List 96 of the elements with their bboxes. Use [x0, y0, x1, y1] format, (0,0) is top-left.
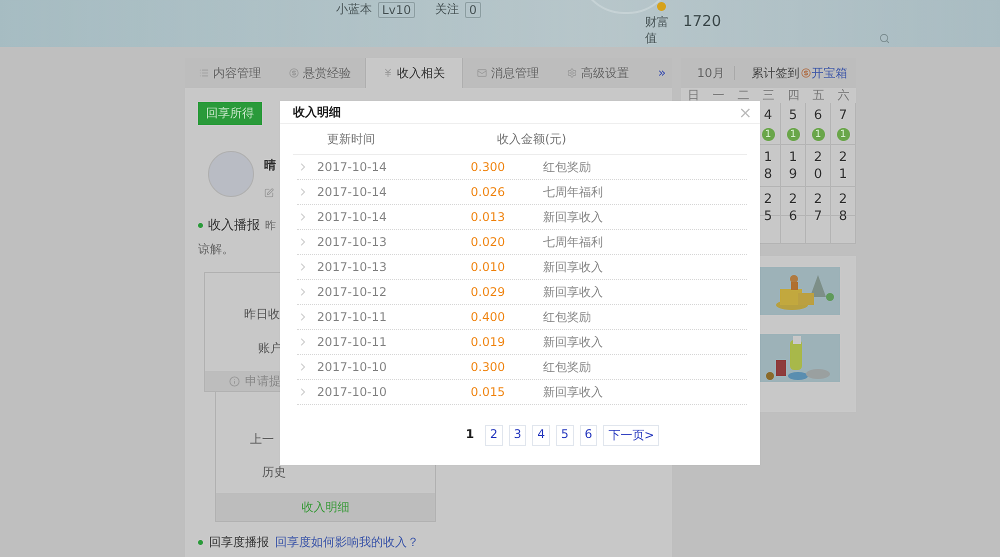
date-cell-text: 2017-10-14 [317, 185, 388, 199]
type-cell: 红包奖励 [543, 308, 591, 326]
signin-badge: 1 [812, 128, 824, 141]
report-text: 昨 [265, 218, 276, 232]
coin-icon [801, 68, 812, 78]
date-cell-text: 2017-10-11 [317, 310, 388, 324]
report-title: 收入播报 [208, 217, 260, 234]
more-tabs[interactable]: » [658, 58, 672, 88]
wealth-dot [657, 2, 666, 11]
calendar-day[interactable]: 6 [814, 107, 822, 124]
calendar-month: 10月 [697, 64, 724, 82]
date-cell-text: 2017-10-12 [317, 285, 388, 299]
weekday: 四 [786, 88, 800, 103]
date-cell-text: 2017-10-11 [317, 335, 388, 349]
edit-icon[interactable] [264, 188, 274, 198]
history-label: 历史 [262, 465, 286, 479]
calendar-day[interactable]: 18 [764, 149, 772, 183]
amount-cell-text: 0.029 [470, 285, 505, 299]
history-label: 上一 [250, 432, 274, 446]
summary-label: 昨日收 [244, 307, 280, 321]
coin-icon [289, 68, 299, 78]
calendar-day[interactable]: 26 [788, 191, 798, 225]
type-cell: 新回享收入 [543, 208, 603, 226]
follow-label: 关注 [435, 1, 460, 18]
weekday: 五 [812, 88, 826, 103]
weekday: 日 [686, 88, 700, 103]
weekday: 一 [712, 88, 726, 103]
calendar-day[interactable]: 28 [838, 191, 848, 225]
score-title: 回享度播报 [209, 534, 269, 551]
date-cell-text: 2017-10-10 [317, 360, 388, 374]
page-link[interactable]: 4 [532, 425, 550, 446]
page-link[interactable]: 2 [485, 425, 503, 446]
bullet [198, 222, 203, 228]
gear-icon [567, 68, 577, 78]
search-icon[interactable] [879, 33, 890, 44]
weekday: 三 [762, 88, 776, 103]
amount-cell-text: 0.019 [470, 335, 505, 349]
signin-total: 累计签到 [751, 64, 800, 82]
type-cell: 红包奖励 [543, 158, 591, 176]
weekday: 六 [836, 88, 850, 103]
signin-badge: 1 [836, 128, 850, 141]
amount-cell-text: 0.300 [470, 360, 505, 374]
level-chip: Lv10 [378, 2, 416, 18]
date-cell-text: 2017-10-10 [317, 385, 388, 399]
amount-cell-text: 0.013 [470, 210, 505, 224]
yen-icon [383, 68, 393, 78]
date-cell-text: 2017-10-13 [317, 235, 388, 249]
page-link[interactable]: 1 [460, 425, 480, 446]
amount-cell-text: 0.010 [470, 260, 505, 274]
signin-badge: 1 [786, 128, 800, 141]
page-link[interactable]: 6 [580, 425, 598, 446]
level-label: 小蓝本 [336, 1, 372, 18]
calendar-day[interactable]: 19 [788, 149, 798, 183]
amount-cell-text: 0.400 [470, 310, 505, 324]
date-cell-text: 2017-10-14 [317, 160, 388, 174]
tab[interactable]: 收入相关 [365, 58, 463, 88]
calendar-day[interactable]: 7 [838, 107, 848, 124]
calendar-day[interactable]: 4 [764, 107, 772, 124]
info-icon [229, 376, 240, 386]
bullet [198, 540, 203, 545]
type-cell: 新回享收入 [543, 284, 603, 300]
column-header: 更新时间 [327, 132, 375, 146]
page-link[interactable]: 5 [556, 425, 574, 446]
amount-cell-text: 0.020 [470, 235, 505, 249]
list-icon [199, 68, 209, 78]
user-name: 晴 [264, 157, 276, 174]
type-cell: 红包奖励 [543, 358, 591, 376]
calendar-day[interactable]: 25 [764, 191, 772, 225]
avatar [208, 151, 254, 197]
page-link[interactable]: 3 [508, 425, 526, 446]
type-cell: 新回享收入 [543, 384, 603, 400]
calendar-day[interactable]: 21 [838, 149, 848, 183]
type-cell: 新回享收入 [543, 334, 603, 350]
wealth-value: 1720 [683, 12, 722, 30]
signin-badge: 1 [762, 128, 774, 141]
calendar-day[interactable]: 27 [814, 191, 822, 225]
score-link[interactable]: 回享度如何影响我的收入？ [275, 534, 419, 551]
type-cell: 七周年福利 [543, 234, 603, 250]
next-page-link[interactable]: 下一页> [603, 425, 660, 446]
report-text: 谅解。 [198, 242, 234, 256]
weekday: 二 [736, 88, 750, 103]
calendar-day[interactable]: 20 [814, 149, 822, 183]
mail-icon [477, 68, 487, 78]
column-header: 收入金额(元) [497, 132, 566, 146]
date-cell-text: 2017-10-14 [317, 210, 388, 224]
amount-cell-text: 0.300 [470, 160, 505, 174]
amount-cell-text: 0.015 [470, 385, 505, 399]
date-cell-text: 2017-10-13 [317, 260, 388, 274]
amount-cell-text: 0.026 [470, 185, 505, 199]
type-cell: 新回享收入 [543, 258, 603, 276]
wealth-label: 财富 值 [645, 14, 669, 46]
type-cell: 七周年福利 [543, 184, 603, 200]
dialog-title: 收入明细 [293, 104, 341, 120]
calendar-day[interactable]: 5 [788, 107, 798, 124]
chest-link[interactable]: 开宝箱 [811, 64, 848, 82]
follow-count[interactable]: 0 [465, 2, 481, 18]
